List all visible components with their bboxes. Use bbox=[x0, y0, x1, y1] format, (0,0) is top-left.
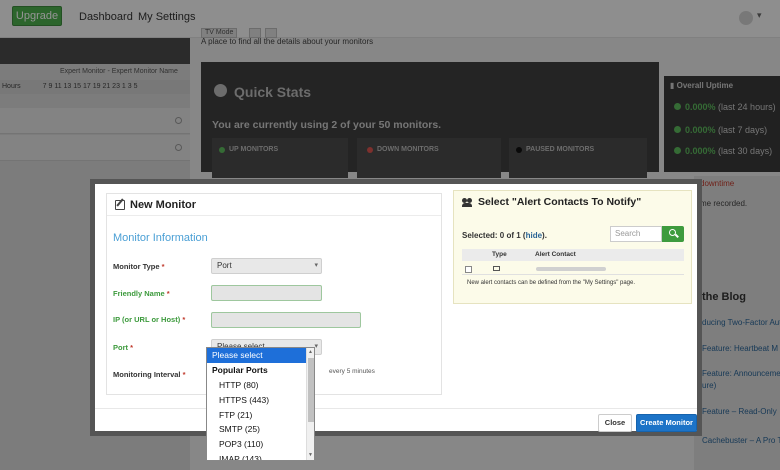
ip-label: IP (or URL or Host) * bbox=[113, 315, 186, 324]
monitor-type-label: Monitor Type * bbox=[113, 262, 165, 271]
port-option[interactable]: HTTP (80) bbox=[207, 378, 306, 393]
new-monitor-modal: New Monitor Monitor Information Monitor … bbox=[90, 179, 702, 436]
modal-title: New Monitor bbox=[130, 199, 196, 211]
hide-link[interactable]: hide bbox=[526, 231, 542, 240]
monitor-form-header: New Monitor bbox=[107, 194, 441, 216]
ip-input[interactable] bbox=[211, 312, 361, 328]
section-title: Monitor Information bbox=[113, 232, 208, 244]
col-alert-contact: Alert Contact bbox=[535, 251, 576, 258]
port-option[interactable]: FTP (21) bbox=[207, 408, 306, 423]
table-row bbox=[462, 263, 684, 275]
port-dropdown-list[interactable]: Please select Popular Ports HTTP (80) HT… bbox=[206, 347, 315, 461]
alert-search-input[interactable]: Search bbox=[610, 226, 662, 242]
close-button[interactable]: Close bbox=[598, 414, 632, 432]
alert-contacts-title: Select "Alert Contacts To Notify" bbox=[478, 196, 642, 208]
interval-value-text: every 5 minutes bbox=[329, 368, 375, 375]
port-option-group: Popular Ports bbox=[212, 365, 268, 375]
edit-icon bbox=[115, 200, 125, 210]
alert-contacts-note: New alert contacts can be defined from t… bbox=[467, 280, 636, 286]
scroll-up-icon[interactable]: ▲ bbox=[308, 349, 313, 355]
alert-contact-value bbox=[536, 267, 606, 271]
col-type: Type bbox=[492, 251, 507, 258]
create-monitor-button[interactable]: Create Monitor bbox=[636, 414, 697, 432]
scrollbar-thumb[interactable] bbox=[308, 358, 314, 422]
port-label: Port * bbox=[113, 343, 134, 352]
search-icon bbox=[669, 229, 676, 236]
port-option[interactable]: IMAP (143) bbox=[207, 452, 306, 460]
dropdown-scrollbar[interactable]: ▲ ▼ bbox=[306, 348, 314, 460]
search-button[interactable] bbox=[662, 226, 684, 242]
alert-contacts-panel: Select "Alert Contacts To Notify" Select… bbox=[453, 190, 692, 304]
port-option-selected[interactable]: Please select bbox=[207, 348, 306, 363]
contact-checkbox[interactable] bbox=[465, 266, 472, 273]
monitor-type-select[interactable]: Port ▾ bbox=[211, 258, 322, 274]
port-option[interactable]: SMTP (25) bbox=[207, 422, 306, 437]
email-icon bbox=[493, 266, 500, 271]
friendly-name-input[interactable] bbox=[211, 285, 322, 301]
chevron-down-icon: ▾ bbox=[314, 343, 318, 350]
chevron-down-icon: ▾ bbox=[314, 262, 318, 269]
port-option[interactable]: POP3 (110) bbox=[207, 437, 306, 452]
users-icon bbox=[462, 198, 473, 207]
monitoring-interval-label: Monitoring Interval * bbox=[113, 370, 186, 379]
friendly-name-label: Friendly Name * bbox=[113, 289, 170, 298]
selected-count: Selected: 0 of 1 (hide). bbox=[462, 231, 547, 240]
scroll-down-icon[interactable]: ▼ bbox=[308, 452, 313, 458]
alert-table-header: Type Alert Contact bbox=[462, 249, 684, 261]
port-option[interactable]: HTTPS (443) bbox=[207, 393, 306, 408]
